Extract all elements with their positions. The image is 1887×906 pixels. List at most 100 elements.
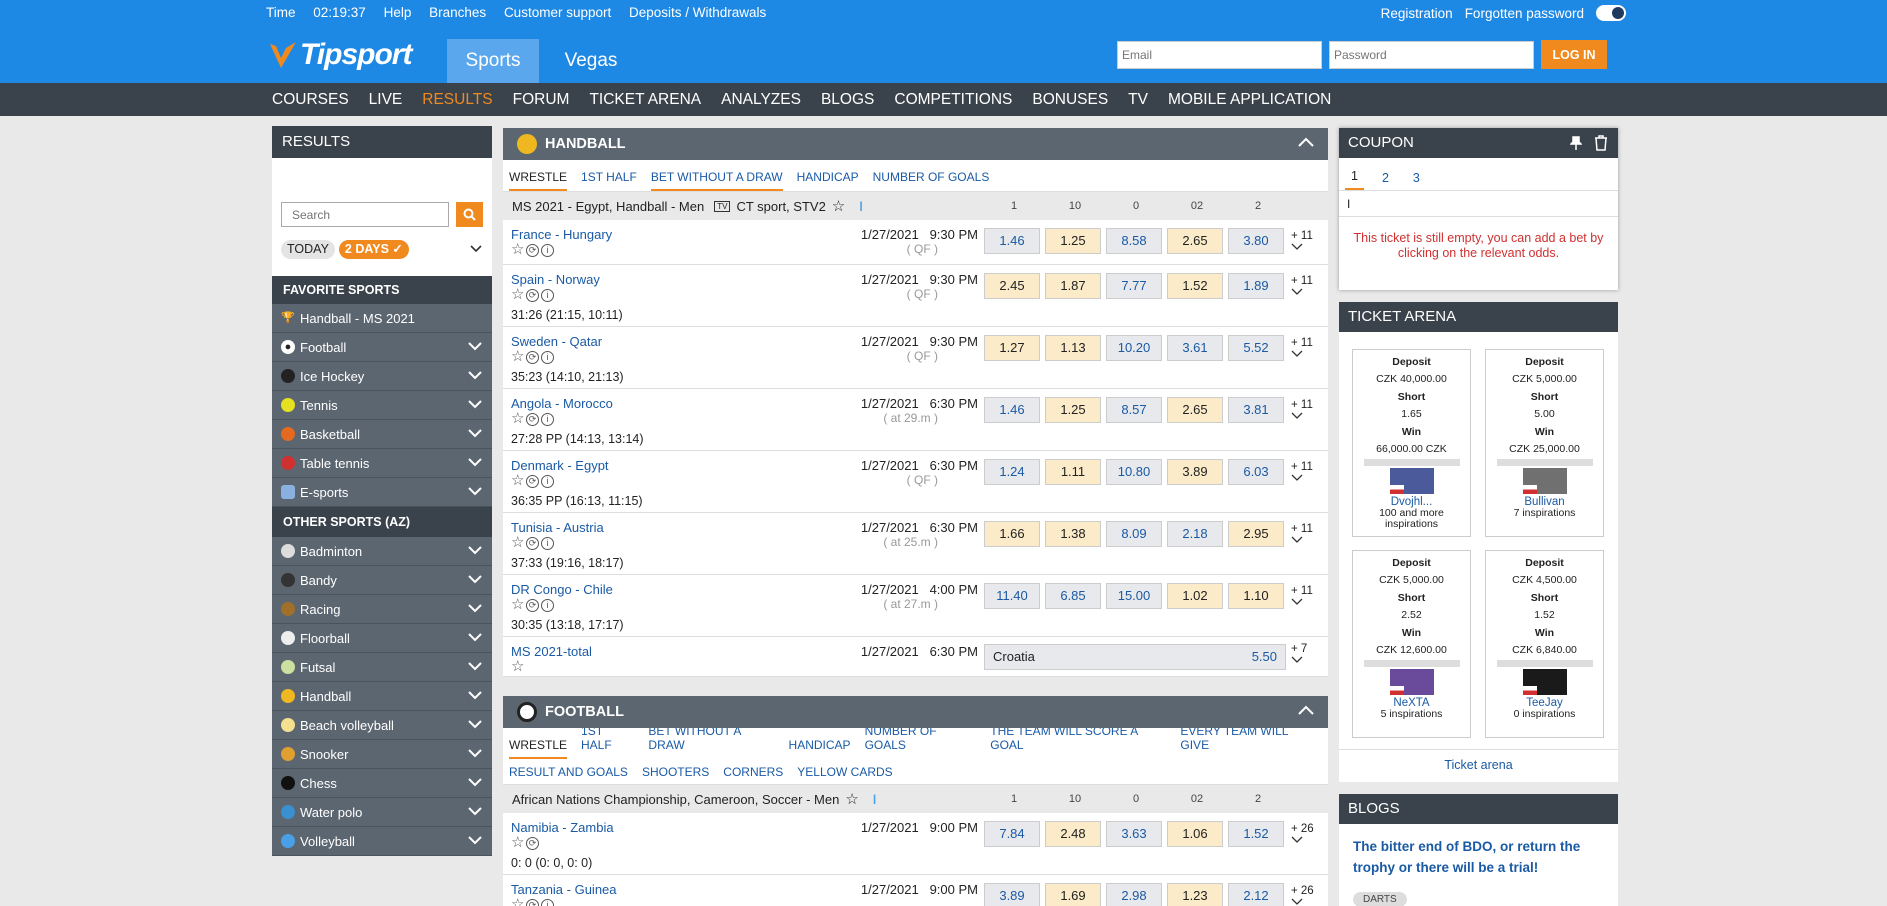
odd-button[interactable]: 1.38 [1045,521,1101,547]
nav-results[interactable]: RESULTS [422,91,492,109]
handball-header[interactable]: HANDBALL [503,128,1328,160]
info-icon[interactable]: i [541,899,554,906]
tab-1st-half[interactable]: 1ST HALF [581,170,637,191]
chevron-down-icon[interactable] [468,835,482,845]
info-icon[interactable]: i [541,413,554,426]
stats-icon[interactable]: ⟳ [526,537,539,550]
sidebar-item-futsal[interactable]: Futsal [272,653,492,682]
nav-analyzes[interactable]: ANALYZES [721,91,801,109]
customer-support-link[interactable]: Customer support [504,5,611,20]
odd-button[interactable]: 2.48 [1045,821,1101,847]
odd-button[interactable]: 1.27 [984,335,1040,361]
odd-button[interactable]: 7.77 [1106,273,1162,299]
more-bets[interactable]: + 26 [1291,823,1314,843]
chevron-down-icon[interactable] [468,719,482,729]
nav-mobile-application[interactable]: MOBILE APPLICATION [1168,91,1331,109]
sidebar-item-chess[interactable]: Chess [272,769,492,798]
stats-icon[interactable]: ⟳ [526,837,539,850]
ticket-card[interactable]: Deposit CZK 5,000.00 Short 2.52 Win CZK 12,60… [1352,550,1471,738]
sidebar-item-e-sports[interactable]: E-sports [272,478,492,507]
password-input[interactable] [1329,41,1534,69]
chevron-up-icon[interactable] [1298,705,1314,716]
more-bets[interactable]: + 7 [1291,643,1307,663]
tab-handicap[interactable]: HANDICAP [797,170,859,191]
tab-shooters[interactable]: SHOOTERS [642,765,709,779]
login-button[interactable]: LOG IN [1541,40,1607,69]
chevron-up-icon[interactable] [1298,137,1314,148]
nav-ticket-arena[interactable]: TICKET ARENA [589,91,701,109]
match-name[interactable]: Angola - Morocco [511,396,613,411]
odd-button[interactable]: 6.85 [1045,583,1101,609]
sidebar-item-tennis[interactable]: Tennis [272,391,492,420]
coupon-input-line[interactable]: I [1339,191,1618,217]
odd-button[interactable]: 1.25 [1045,228,1101,254]
match-name[interactable]: Namibia - Zambia [511,820,614,835]
tab-result-and-goals[interactable]: RESULT AND GOALS [509,765,628,779]
odd-button[interactable]: 1.46 [984,228,1040,254]
deposits-withdrawals-link[interactable]: Deposits / Withdrawals [629,5,766,20]
chevron-down-icon[interactable] [468,806,482,816]
odd-button[interactable]: 7.84 [984,821,1040,847]
chevron-down-icon[interactable] [468,603,482,613]
odd-button[interactable]: 1.87 [1045,273,1101,299]
help-link[interactable]: Help [384,5,412,20]
chevron-down-icon[interactable] [468,486,482,496]
blog-tag[interactable]: DARTS [1353,892,1407,906]
odd-button[interactable]: 3.63 [1106,821,1162,847]
tab-number-of-goals[interactable]: NUMBER OF GOALS [873,170,990,191]
total-odd-button[interactable]: Croatia 5.50 [984,644,1286,670]
odd-button[interactable]: 1.25 [1045,397,1101,423]
more-bets[interactable]: + 11 [1291,585,1313,605]
ticket-card[interactable]: Deposit CZK 5,000.00 Short 5.00 Win CZK 25,00… [1485,349,1604,537]
tab-wrestle[interactable]: WRESTLE [509,170,568,191]
trash-icon[interactable] [1594,135,1608,151]
star-icon[interactable]: ☆ [511,473,524,488]
sidebar-item-badminton[interactable]: Badminton [272,537,492,566]
tab-1st-half[interactable]: 1ST HALF [581,724,634,759]
info-icon[interactable]: ǀ [873,792,877,807]
more-bets[interactable]: + 11 [1291,230,1313,250]
tipsport-logo[interactable]: Tipsport [268,38,412,72]
match-name[interactable]: Denmark - Egypt [511,458,609,473]
chevron-down-icon[interactable] [468,457,482,467]
odd-button[interactable]: 10.20 [1106,335,1162,361]
tab-number-of-goals[interactable]: NUMBER OF GOALS [865,724,977,759]
odd-button[interactable]: 2.45 [984,273,1040,299]
sidebar-item-football[interactable]: ● Football [272,333,492,362]
odd-button[interactable]: 1.66 [984,521,1040,547]
more-bets[interactable]: + 11 [1291,523,1313,543]
tab-vegas[interactable]: Vegas [545,39,637,83]
odd-button[interactable]: 1.89 [1228,273,1284,299]
info-icon[interactable]: i [541,351,554,364]
forgotten-password-link[interactable]: Forgotten password [1465,6,1584,21]
info-icon[interactable]: i [541,289,554,302]
odd-button[interactable]: 2.18 [1167,521,1223,547]
info-icon[interactable]: ǀ [859,199,863,214]
star-icon[interactable]: ☆ [511,535,524,550]
coupon-tab-1[interactable]: 1 [1345,169,1364,190]
star-icon[interactable]: ☆ [511,659,524,674]
chevron-down-icon[interactable] [468,690,482,700]
ticket-card[interactable]: Deposit CZK 40,000.00 Short 1.65 Win 66,000.0… [1352,349,1471,537]
nav-forum[interactable]: FORUM [513,91,570,109]
chevron-down-icon[interactable] [468,399,482,409]
sidebar-item-handball-ms-2021[interactable]: 🏆 Handball - MS 2021 [272,304,492,333]
chevron-down-icon[interactable] [468,545,482,555]
tab-bet-without-draw[interactable]: BET WITHOUT A DRAW [648,724,774,759]
tab-bet-without-draw[interactable]: BET WITHOUT A DRAW [650,170,783,191]
sidebar-item-water-polo[interactable]: Water polo [272,798,492,827]
chevron-down-icon[interactable] [468,428,482,438]
odd-button[interactable]: 2.95 [1228,521,1284,547]
odd-button[interactable]: 1.13 [1045,335,1101,361]
more-bets[interactable]: + 11 [1291,337,1313,357]
odd-button[interactable]: 1.23 [1167,883,1223,906]
email-input[interactable] [1117,41,1322,69]
odd-button[interactable]: 8.09 [1106,521,1162,547]
info-icon[interactable]: i [541,475,554,488]
two-days-chip[interactable]: 2 DAYS ✓ [338,240,409,259]
search-input[interactable] [281,202,449,227]
chevron-down-icon[interactable] [468,661,482,671]
odd-button[interactable]: 1.52 [1228,821,1284,847]
match-name[interactable]: Sweden - Qatar [511,334,602,349]
odd-button[interactable]: 3.81 [1228,397,1284,423]
